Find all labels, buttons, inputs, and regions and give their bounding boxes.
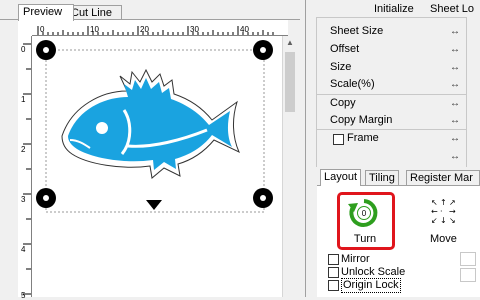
property-copy[interactable]: Copy	[330, 95, 356, 112]
v-ruler-label-2: 2	[21, 145, 26, 154]
tab-cut-line[interactable]: Cut Line	[66, 5, 122, 20]
horizontal-ruler: 0 10 20 30 40	[18, 20, 288, 36]
tab-tiling[interactable]: Tiling	[365, 170, 399, 185]
origin-triangle	[146, 200, 162, 210]
tab-register-marks[interactable]: Register Mar	[406, 170, 480, 185]
move-label: Move	[430, 233, 457, 245]
v-ruler-label-4: 4	[21, 245, 26, 254]
ruler-corner	[18, 20, 32, 36]
property-frame[interactable]: Frame	[347, 130, 379, 147]
offset-arrow-icon[interactable]: ↔	[450, 44, 460, 55]
scale-arrow-icon[interactable]: ↔	[450, 79, 460, 90]
offset-field-stub-2[interactable]	[460, 268, 476, 282]
svg-text:↙: ↙	[431, 216, 438, 225]
scroll-up-arrow-icon[interactable]: ▲	[283, 36, 297, 50]
h-ruler-label-10: 10	[90, 25, 99, 34]
svg-text:↑: ↑	[440, 198, 447, 207]
svg-text:↗: ↗	[449, 198, 456, 207]
preview-drawing	[36, 40, 273, 213]
rotate-icon: 0	[348, 199, 378, 227]
preview-vertical-scrollbar[interactable]: ▲	[282, 36, 297, 297]
property-sheet-size[interactable]: Sheet Size	[330, 23, 383, 40]
svg-text:·: ·	[440, 207, 443, 216]
initialize-button[interactable]: Initialize	[374, 3, 414, 15]
tab-layout[interactable]: Layout	[320, 169, 362, 186]
size-arrow-icon[interactable]: ↔	[450, 62, 460, 73]
v-ruler-label-3: 3	[21, 195, 26, 204]
h-ruler-label-20: 20	[140, 25, 149, 34]
frame-checkbox[interactable]	[333, 134, 344, 145]
svg-text:↘: ↘	[449, 216, 456, 225]
move-arrows-icon[interactable]: ↖ ↑ ↗ ← · → ↙ ↓ ↘	[429, 196, 459, 226]
property-offset[interactable]: Offset	[330, 41, 359, 58]
vertical-ruler-ticks	[23, 43, 31, 295]
unlock-scale-checkbox[interactable]	[328, 267, 339, 278]
mirror-label: Mirror	[341, 253, 370, 265]
preview-canvas[interactable]	[32, 36, 282, 297]
frame-arrow-icon[interactable]: ↔	[450, 133, 460, 144]
h-ruler-label-30: 30	[190, 25, 199, 34]
v-ruler-label-5: 5	[21, 291, 26, 300]
h-ruler-label-40: 40	[240, 25, 249, 34]
svg-text:→: →	[449, 207, 456, 216]
offset-field-stub[interactable]	[460, 252, 476, 266]
svg-text:↖: ↖	[431, 198, 438, 207]
h-ruler-label-0: 0	[40, 25, 45, 34]
svg-text:←: ←	[431, 207, 438, 216]
scroll-thumb[interactable]	[285, 52, 295, 112]
copy-margin-arrow-icon[interactable]: ↔	[450, 115, 460, 126]
property-grid-separator	[466, 17, 467, 167]
property-copy-margin[interactable]: Copy Margin	[330, 112, 392, 129]
property-size[interactable]: Size	[330, 59, 351, 76]
preview-left-margin	[0, 20, 18, 297]
v-ruler-label-0: 0	[21, 45, 26, 54]
origin-lock-checkbox[interactable]	[328, 280, 339, 291]
svg-text:0: 0	[362, 209, 367, 218]
property-group-separator-2	[316, 129, 466, 130]
sheet-size-arrow-icon[interactable]: ↔	[450, 26, 460, 37]
tab-preview[interactable]: Preview	[18, 4, 74, 21]
extra-arrow-icon[interactable]: ↔	[450, 151, 460, 162]
property-grid-left-border	[316, 17, 317, 167]
vertical-ruler: 0 1 2 3 4 5	[18, 36, 32, 300]
mirror-checkbox[interactable]	[328, 254, 339, 265]
panel-divider	[305, 0, 306, 297]
origin-lock-label: Origin Lock	[341, 278, 401, 293]
fish-sticker	[61, 68, 240, 179]
turn-label: Turn	[353, 233, 377, 245]
sheet-lock-button[interactable]: Sheet Lo	[430, 3, 474, 15]
v-ruler-label-1: 1	[21, 95, 26, 104]
copy-arrow-icon[interactable]: ↔	[450, 98, 460, 109]
property-scale[interactable]: Scale(%)	[330, 76, 375, 93]
svg-text:↓: ↓	[440, 216, 447, 225]
property-grid-top-border	[316, 17, 466, 18]
